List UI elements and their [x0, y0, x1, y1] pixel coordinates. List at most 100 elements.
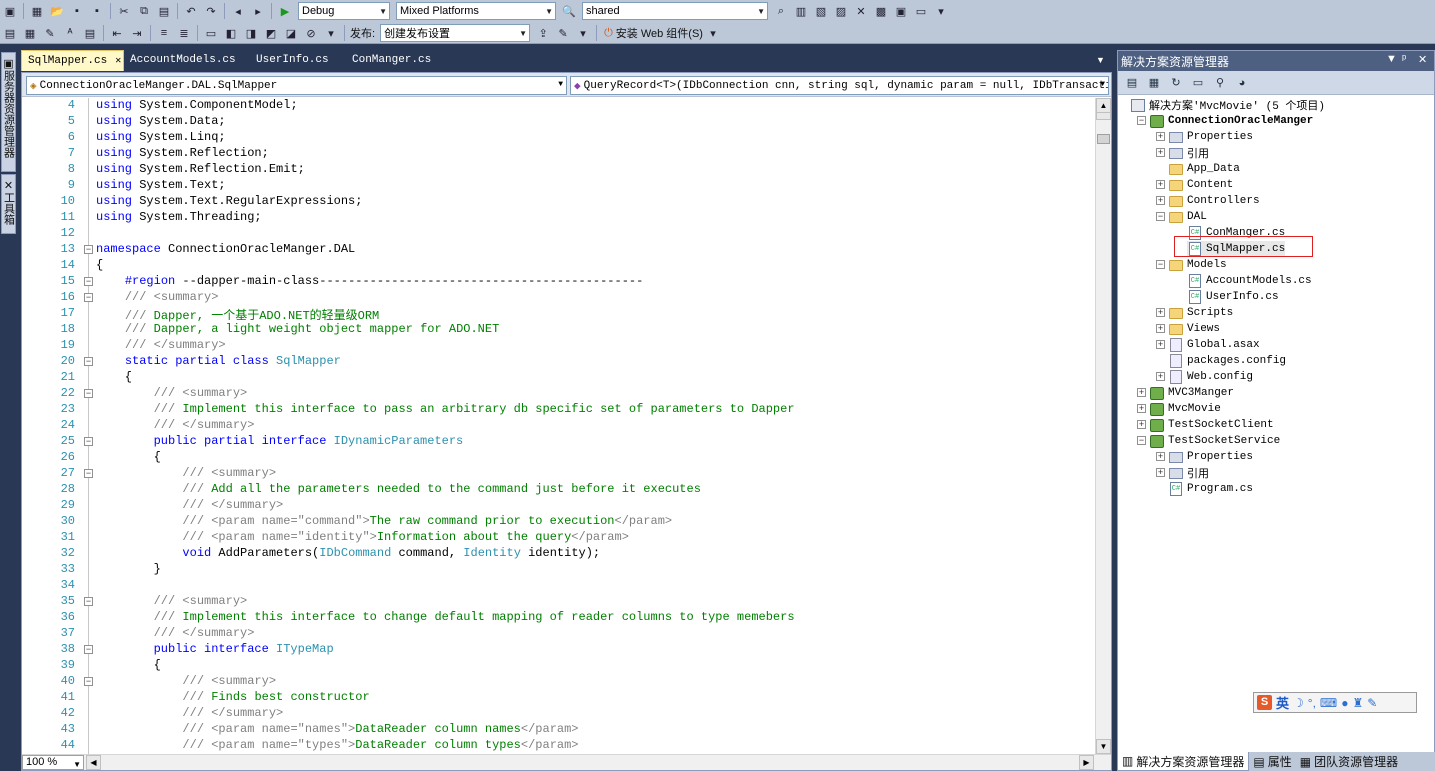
expand-icon[interactable]: +: [1156, 324, 1165, 333]
expand-icon[interactable]: +: [1137, 420, 1146, 429]
code-line[interactable]: 23 /// Implement this interface to pass …: [22, 402, 1095, 418]
code-line[interactable]: 7 using System.Reflection;: [22, 146, 1095, 162]
solution-explorer-icon[interactable]: ▥: [792, 2, 810, 20]
skin-icon[interactable]: ♜: [1353, 696, 1364, 710]
expand-icon[interactable]: +: [1156, 468, 1165, 477]
command-window-icon[interactable]: ▭: [912, 2, 930, 20]
code-line[interactable]: 37 /// </summary>: [22, 626, 1095, 642]
undo-icon[interactable]: ↶: [182, 2, 200, 20]
word-completion-icon[interactable]: ᴬ: [61, 24, 79, 42]
code-line[interactable]: 13− namespace ConnectionOracleManger.DAL: [22, 242, 1095, 258]
auto-hide-pin-icon[interactable]: ᵖ: [1402, 53, 1406, 65]
redo-icon[interactable]: ↷: [202, 2, 220, 20]
tree-node[interactable]: DAL: [1168, 209, 1207, 225]
decrease-indent-icon[interactable]: ⇤: [108, 24, 126, 42]
tree-node[interactable]: C# AccountModels.cs: [1187, 273, 1312, 289]
add-item-icon[interactable]: ▦: [28, 2, 46, 20]
toolbar-options-icon[interactable]: ▾: [322, 24, 340, 42]
expand-icon[interactable]: +: [1156, 132, 1165, 141]
user-icon[interactable]: ●: [1341, 696, 1348, 710]
keyboard-icon[interactable]: ⌨: [1320, 696, 1337, 710]
tree-node[interactable]: ConnectionOracleManger: [1149, 113, 1313, 129]
collapse-region-icon[interactable]: −: [84, 437, 93, 446]
members-combo[interactable]: ◆ QueryRecord<T>(IDbConnection cnn, stri…: [570, 76, 1109, 95]
horizontal-scrollbar[interactable]: 100 % ▼ ◀ ▶: [22, 754, 1111, 770]
ime-toolbar[interactable]: S 英 ☽ °, ⌨ ● ♜ ✎: [1253, 692, 1417, 713]
navigate-forward-icon[interactable]: ▸: [249, 2, 267, 20]
collapse-icon[interactable]: −: [1137, 116, 1146, 125]
collapse-icon[interactable]: −: [1156, 212, 1165, 221]
code-line[interactable]: 36 /// Implement this interface to chang…: [22, 610, 1095, 626]
tree-node[interactable]: Properties: [1168, 129, 1253, 145]
split-handle[interactable]: [1096, 112, 1111, 120]
properties-icon[interactable]: ▧: [812, 2, 830, 20]
code-line[interactable]: 6 using System.Linq;: [22, 130, 1095, 146]
code-area[interactable]: 4 using System.ComponentModel; 5 using Syst…: [22, 98, 1095, 754]
code-line[interactable]: 43 /// <param name="names">DataReader co…: [22, 722, 1095, 738]
save-icon[interactable]: ▪: [68, 2, 86, 20]
tree-node[interactable]: Content: [1168, 177, 1233, 193]
vertical-scrollbar[interactable]: ▲ ▼: [1095, 98, 1111, 754]
zoom-combo[interactable]: 100 % ▼: [22, 755, 84, 770]
expand-icon[interactable]: +: [1156, 148, 1165, 157]
bookmark-icon[interactable]: ▭: [202, 24, 220, 42]
nuget-icon[interactable]: ◕: [1232, 74, 1252, 92]
code-line[interactable]: 28 /// Add all the parameters needed to …: [22, 482, 1095, 498]
code-line[interactable]: 9 using System.Text;: [22, 178, 1095, 194]
toolbar-options-icon[interactable]: ▾: [574, 24, 592, 42]
view-code-icon[interactable]: ▭: [1188, 74, 1208, 92]
find-icon[interactable]: ⌕: [772, 2, 790, 20]
code-line[interactable]: 32 void AddParameters(IDbCommand command…: [22, 546, 1095, 562]
code-line[interactable]: 39 {: [22, 658, 1095, 674]
tree-node[interactable]: Scripts: [1168, 305, 1233, 321]
types-combo[interactable]: ◈ ConnectionOracleManger.DAL.SqlMapper ▼: [26, 76, 567, 95]
code-line[interactable]: 20− static partial class SqlMapper: [22, 354, 1095, 370]
collapse-icon[interactable]: −: [1156, 260, 1165, 269]
code-line[interactable]: 19 /// </summary>: [22, 338, 1095, 354]
close-icon[interactable]: ✕: [1418, 53, 1427, 66]
expand-icon[interactable]: +: [1156, 180, 1165, 189]
tab-userinfo[interactable]: UserInfo.cs: [250, 50, 335, 71]
find-in-files-icon[interactable]: 🔍: [560, 2, 578, 20]
tree-node[interactable]: Controllers: [1168, 193, 1260, 209]
tree-node[interactable]: MVC3Manger: [1149, 385, 1234, 401]
expand-icon[interactable]: +: [1156, 308, 1165, 317]
tab-properties[interactable]: ▤ 属性: [1249, 752, 1295, 771]
quick-info-icon[interactable]: ✎: [41, 24, 59, 42]
tab-team-explorer[interactable]: ▦ 团队资源管理器: [1296, 752, 1402, 771]
close-icon[interactable]: ✕: [115, 56, 121, 67]
show-all-files-icon[interactable]: ▦: [1144, 74, 1164, 92]
expand-icon[interactable]: +: [1137, 404, 1146, 413]
code-line[interactable]: 30 /// <param name="command">The raw com…: [22, 514, 1095, 530]
collapse-region-icon[interactable]: −: [84, 277, 93, 286]
code-line[interactable]: 35− /// <summary>: [22, 594, 1095, 610]
solution-config-combo[interactable]: Debug ▼: [298, 2, 390, 20]
code-line[interactable]: 11 using System.Threading;: [22, 210, 1095, 226]
tree-node[interactable]: TestSocketClient: [1149, 417, 1274, 433]
code-line[interactable]: 31 /// <param name="identity">Informatio…: [22, 530, 1095, 546]
code-line[interactable]: 17 /// Dapper, 一个基于ADO.NET的轻量级ORM: [22, 306, 1095, 323]
next-bookmark-in-folder-icon[interactable]: ◪: [282, 24, 300, 42]
new-project-icon[interactable]: ▣: [1, 2, 19, 20]
tree-node[interactable]: Views: [1168, 321, 1220, 337]
tree-node[interactable]: App_Data: [1168, 161, 1240, 177]
wrench-icon[interactable]: ✎: [1367, 696, 1377, 710]
tab-solution-explorer[interactable]: ▥ 解决方案资源管理器: [1117, 752, 1250, 771]
navigate-backward-icon[interactable]: ◂: [229, 2, 247, 20]
tab-list-dropdown-icon[interactable]: ▼: [1096, 55, 1105, 65]
code-line[interactable]: 8 using System.Reflection.Emit;: [22, 162, 1095, 178]
tree-node[interactable]: TestSocketService: [1149, 433, 1280, 449]
clear-bookmarks-icon[interactable]: ⊘: [302, 24, 320, 42]
refresh-icon[interactable]: ↻: [1166, 74, 1186, 92]
server-explorer-tab[interactable]: ▣ 服务器资源管理器: [1, 52, 16, 172]
code-line[interactable]: 26 {: [22, 450, 1095, 466]
publish-web-icon[interactable]: ⇪: [534, 24, 552, 42]
code-line[interactable]: 18 /// Dapper, a light weight object map…: [22, 322, 1095, 338]
tree-node[interactable]: 解决方案'MvcMovie' (5 个项目): [1130, 97, 1325, 113]
code-line[interactable]: 14 {: [22, 258, 1095, 274]
toolbar-options-icon[interactable]: ▾: [704, 24, 722, 42]
ime-mode-toggle[interactable]: 英: [1276, 693, 1289, 712]
open-file-icon[interactable]: 📂: [48, 2, 66, 20]
properties-icon[interactable]: ▤: [1122, 74, 1142, 92]
increase-indent-icon[interactable]: ⇥: [128, 24, 146, 42]
